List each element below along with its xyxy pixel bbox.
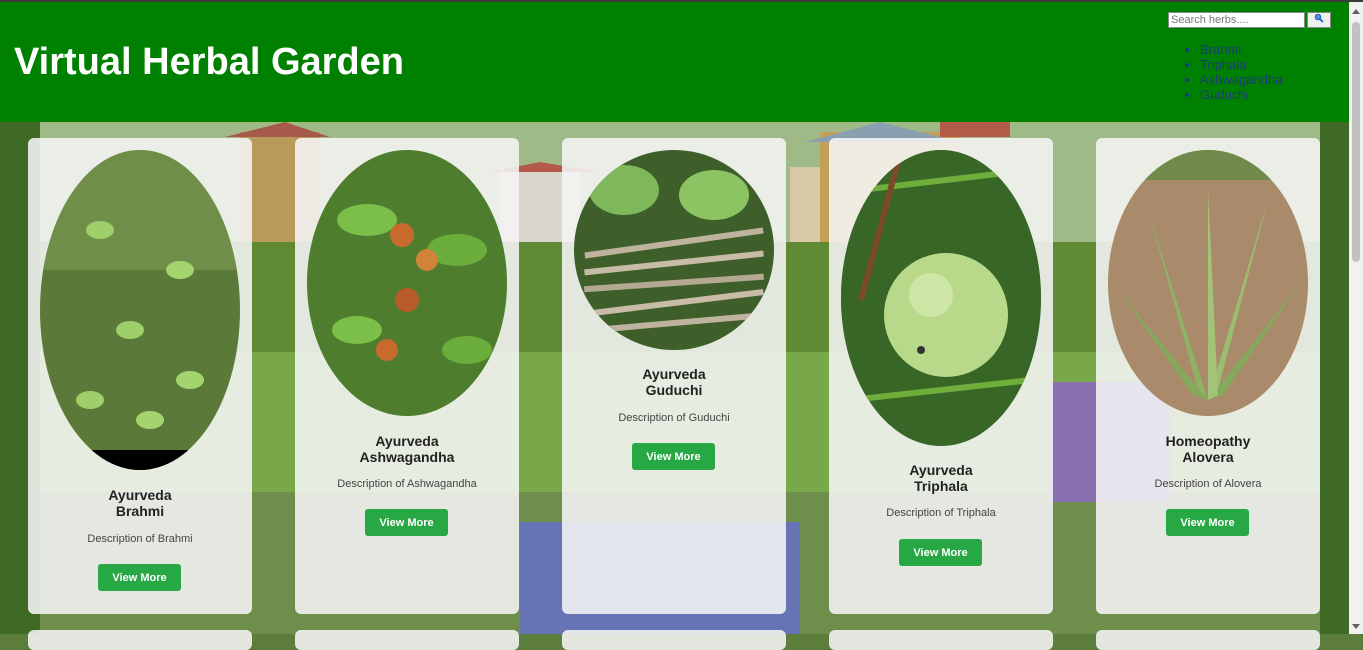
card-title: Ayurveda Guduchi	[562, 366, 786, 398]
card-system: Ayurveda	[375, 433, 439, 449]
herb-card-next-row	[829, 630, 1053, 650]
herb-nav-list: Brahmi Triphala Ashwagandha Guduchi	[1184, 42, 1282, 102]
card-title: Ayurveda Brahmi	[28, 487, 252, 519]
view-more-button[interactable]: View More	[1166, 509, 1249, 536]
herb-card-alovera: Homeopathy Alovera Description of Alover…	[1096, 138, 1320, 614]
scroll-up-arrow-icon[interactable]	[1352, 9, 1360, 14]
herb-nav-item: Brahmi	[1200, 42, 1282, 57]
brahmi-image	[40, 150, 240, 470]
card-system: Ayurveda	[642, 366, 706, 382]
card-herb-name: Brahmi	[115, 503, 165, 519]
card-herb-name: Ashwagandha	[359, 449, 455, 465]
card-title: Homeopathy Alovera	[1096, 433, 1320, 465]
guduchi-image	[574, 150, 774, 350]
herb-card-triphala: Ayurveda Triphala Description of Triphal…	[829, 138, 1053, 614]
card-title: Ayurveda Ashwagandha	[295, 433, 519, 465]
card-herb-name: Triphala	[914, 478, 968, 494]
herb-link-brahmi[interactable]: Brahmi	[1200, 42, 1241, 57]
triphala-image	[841, 150, 1041, 446]
herb-link-triphala[interactable]: Triphala	[1200, 57, 1246, 72]
view-more-button[interactable]: View More	[98, 564, 181, 591]
scroll-down-arrow-icon[interactable]	[1352, 624, 1360, 629]
card-description: Description of Ashwagandha	[337, 478, 477, 490]
ashwagandha-image	[307, 150, 507, 416]
view-more-button[interactable]: View More	[365, 509, 448, 536]
herb-nav-item: Triphala	[1200, 57, 1282, 72]
card-description: Description of Triphala	[886, 507, 996, 519]
search-icon	[1314, 13, 1324, 23]
herb-nav-item: Guduchi	[1200, 87, 1282, 102]
card-description: Description of Alovera	[1154, 478, 1262, 490]
herb-card-next-row	[562, 630, 786, 650]
view-more-button[interactable]: View More	[899, 539, 982, 566]
herb-link-guduchi[interactable]: Guduchi	[1200, 87, 1248, 102]
herb-link-ashwagandha[interactable]: Ashwagandha	[1200, 72, 1282, 87]
card-herb-name: Alovera	[1182, 449, 1234, 465]
site-header: Virtual Herbal Garden Brahmi Triphala As…	[0, 2, 1349, 122]
card-system: Ayurveda	[108, 487, 172, 503]
search-button[interactable]	[1307, 12, 1331, 28]
site-title: Virtual Herbal Garden	[14, 41, 404, 83]
scrollbar-thumb[interactable]	[1352, 22, 1360, 262]
herb-card-next-row	[28, 630, 252, 650]
card-title: Ayurveda Triphala	[829, 462, 1053, 494]
herb-card-brahmi: Ayurveda Brahmi Description of Brahmi Vi…	[28, 138, 252, 614]
card-system: Ayurveda	[909, 462, 973, 478]
search-input[interactable]	[1168, 12, 1305, 28]
herb-card-next-row	[295, 630, 519, 650]
card-system: Homeopathy	[1165, 433, 1251, 449]
card-description: Description of Guduchi	[618, 412, 730, 424]
card-herb-name: Guduchi	[645, 382, 703, 398]
herb-card-next-row	[1096, 630, 1320, 650]
vertical-scrollbar[interactable]	[1349, 2, 1363, 634]
herb-card-ashwagandha: Ayurveda Ashwagandha Description of Ashw…	[295, 138, 519, 614]
view-more-button[interactable]: View More	[632, 443, 715, 470]
herb-card-guduchi: Ayurveda Guduchi Description of Guduchi …	[562, 138, 786, 614]
search-box	[1168, 12, 1331, 30]
herb-nav-item: Ashwagandha	[1200, 72, 1282, 87]
alovera-image	[1108, 150, 1308, 416]
card-description: Description of Brahmi	[87, 533, 193, 545]
